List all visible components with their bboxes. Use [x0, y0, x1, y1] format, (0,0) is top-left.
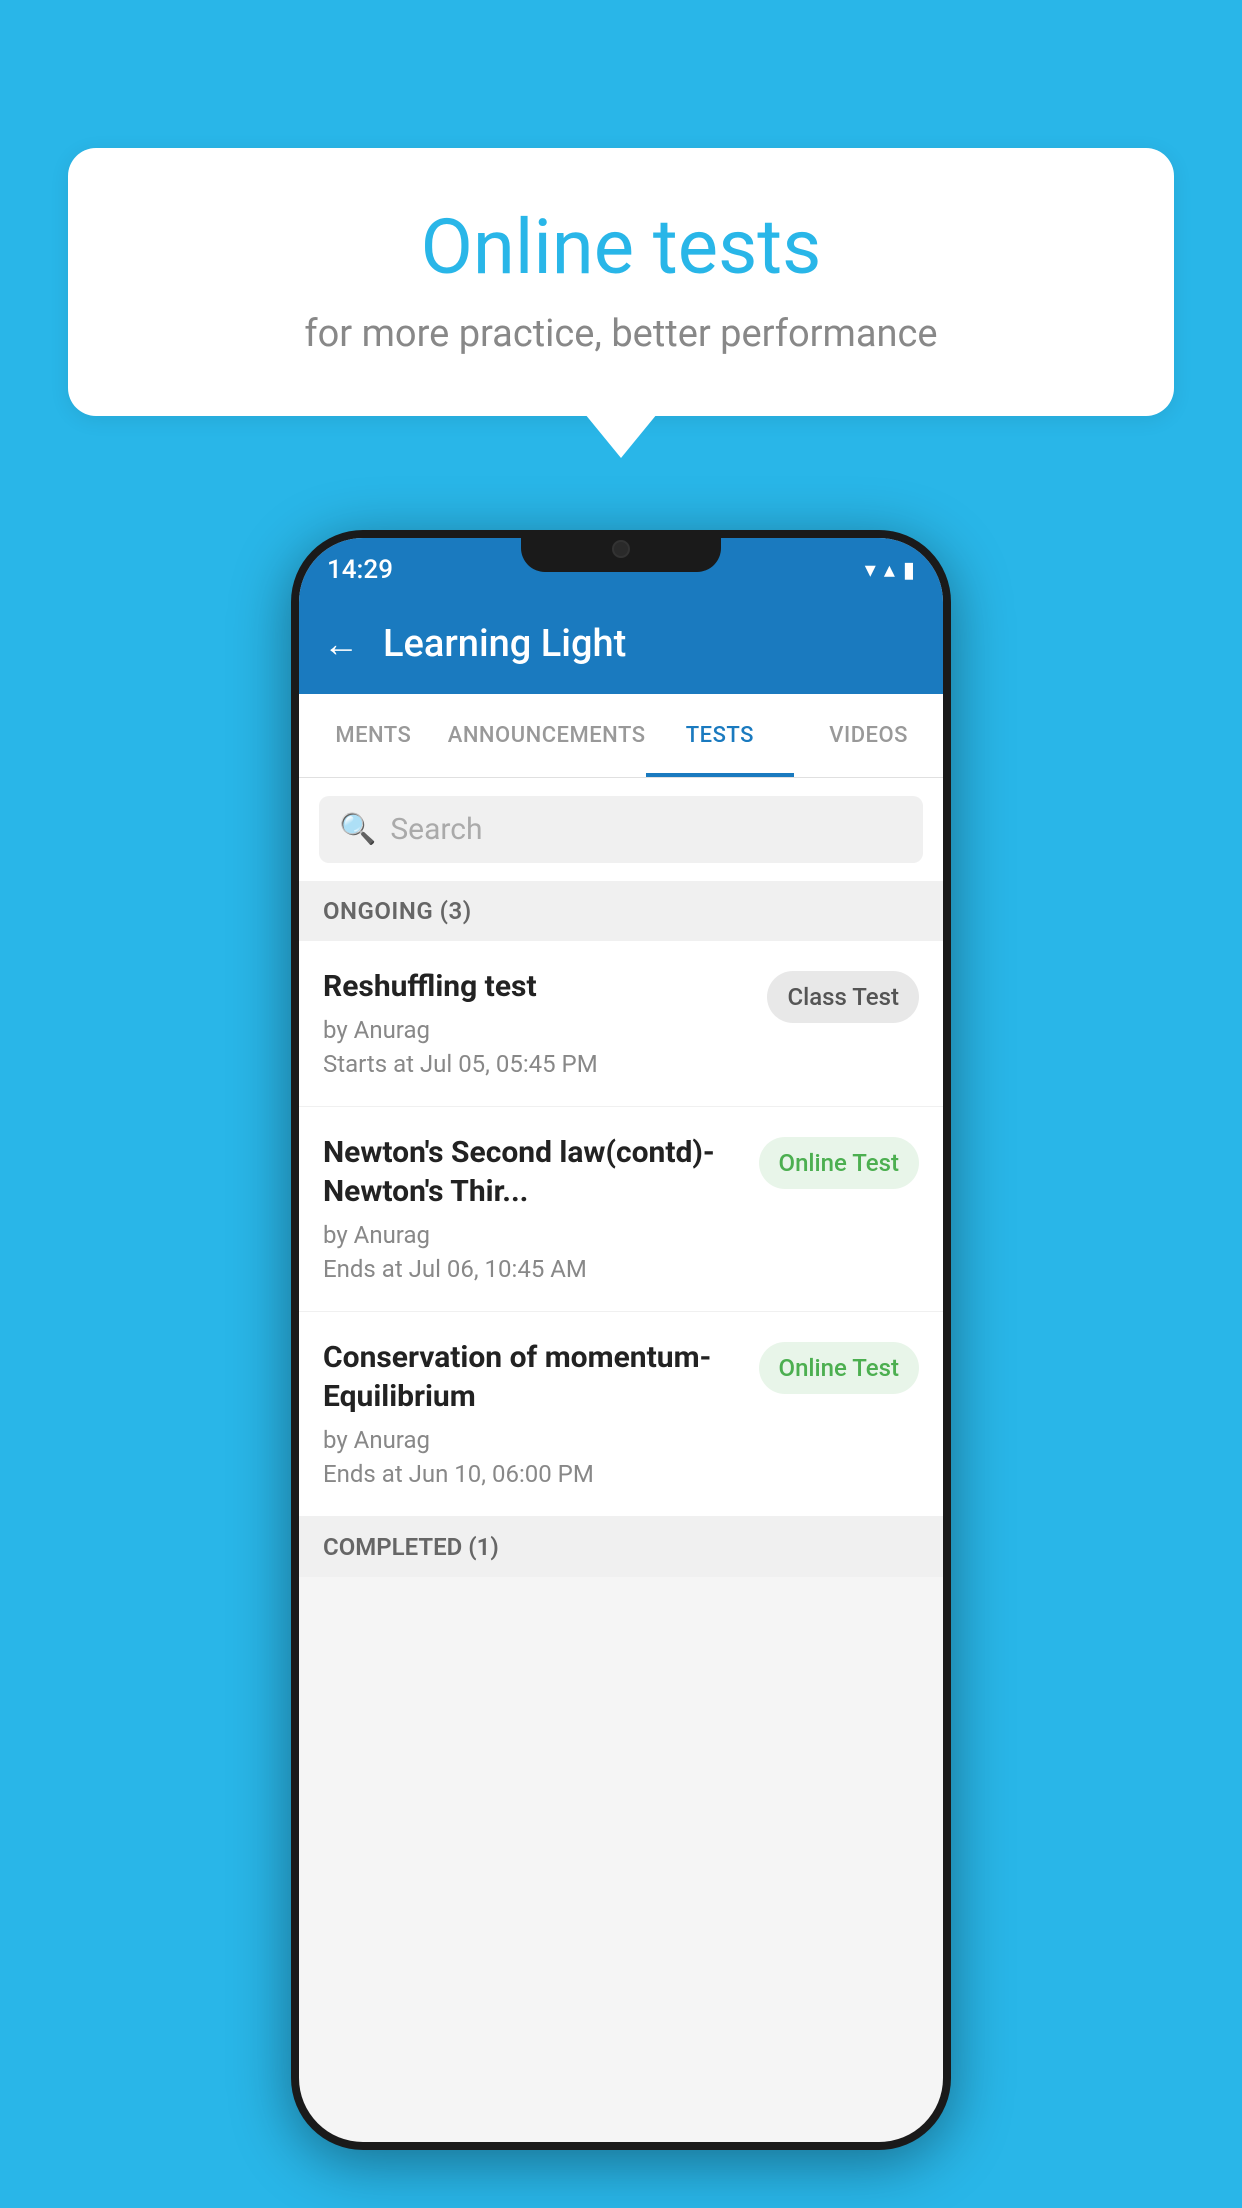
- test-info: Newton's Second law(contd)-Newton's Thir…: [323, 1133, 759, 1283]
- app-header: ← Learning Light: [299, 594, 943, 694]
- battery-icon: ▮: [903, 558, 915, 583]
- search-container: 🔍 Search: [299, 778, 943, 881]
- test-date: Ends at Jun 10, 06:00 PM: [323, 1460, 743, 1488]
- test-name: Newton's Second law(contd)-Newton's Thir…: [323, 1133, 743, 1211]
- completed-section-header: COMPLETED (1): [299, 1517, 943, 1577]
- ongoing-section-header: ONGOING (3): [299, 881, 943, 941]
- wifi-icon: ▾: [865, 558, 876, 583]
- status-time: 14:29: [327, 555, 393, 585]
- status-icons: ▾ ▴ ▮: [865, 558, 915, 583]
- test-item[interactable]: Conservation of momentum-Equilibrium by …: [299, 1312, 943, 1517]
- bubble-title: Online tests: [128, 202, 1114, 292]
- test-name: Reshuffling test: [323, 967, 751, 1006]
- search-icon: 🔍: [339, 812, 376, 847]
- phone-camera: [612, 540, 630, 558]
- tab-tests[interactable]: TESTS: [646, 694, 795, 777]
- test-badge-class: Class Test: [767, 971, 919, 1023]
- tab-videos[interactable]: VIDEOS: [794, 694, 943, 777]
- test-item[interactable]: Reshuffling test by Anurag Starts at Jul…: [299, 941, 943, 1107]
- bubble-subtitle: for more practice, better performance: [128, 312, 1114, 356]
- test-author: by Anurag: [323, 1426, 743, 1454]
- app-title: Learning Light: [383, 622, 626, 666]
- test-list: Reshuffling test by Anurag Starts at Jul…: [299, 941, 943, 1517]
- back-button[interactable]: ←: [323, 623, 359, 665]
- test-name: Conservation of momentum-Equilibrium: [323, 1338, 743, 1416]
- test-item[interactable]: Newton's Second law(contd)-Newton's Thir…: [299, 1107, 943, 1312]
- search-input-wrapper[interactable]: 🔍 Search: [319, 796, 923, 863]
- tab-announcements[interactable]: ANNOUNCEMENTS: [448, 694, 646, 777]
- phone-frame: 14:29 ▾ ▴ ▮ ← Learning Light MENTS ANNOU…: [291, 530, 951, 2150]
- tabs-bar: MENTS ANNOUNCEMENTS TESTS VIDEOS: [299, 694, 943, 778]
- phone-notch: [521, 530, 721, 572]
- test-info: Reshuffling test by Anurag Starts at Jul…: [323, 967, 767, 1078]
- tab-ments[interactable]: MENTS: [299, 694, 448, 777]
- test-author: by Anurag: [323, 1221, 743, 1249]
- test-date: Ends at Jul 06, 10:45 AM: [323, 1255, 743, 1283]
- signal-icon: ▴: [884, 558, 895, 583]
- speech-bubble: Online tests for more practice, better p…: [68, 148, 1174, 416]
- test-badge-online: Online Test: [759, 1137, 919, 1189]
- test-author: by Anurag: [323, 1016, 751, 1044]
- test-info: Conservation of momentum-Equilibrium by …: [323, 1338, 759, 1488]
- test-badge-online-2: Online Test: [759, 1342, 919, 1394]
- search-input[interactable]: Search: [390, 812, 482, 847]
- test-date: Starts at Jul 05, 05:45 PM: [323, 1050, 751, 1078]
- phone-screen: 14:29 ▾ ▴ ▮ ← Learning Light MENTS ANNOU…: [299, 538, 943, 2142]
